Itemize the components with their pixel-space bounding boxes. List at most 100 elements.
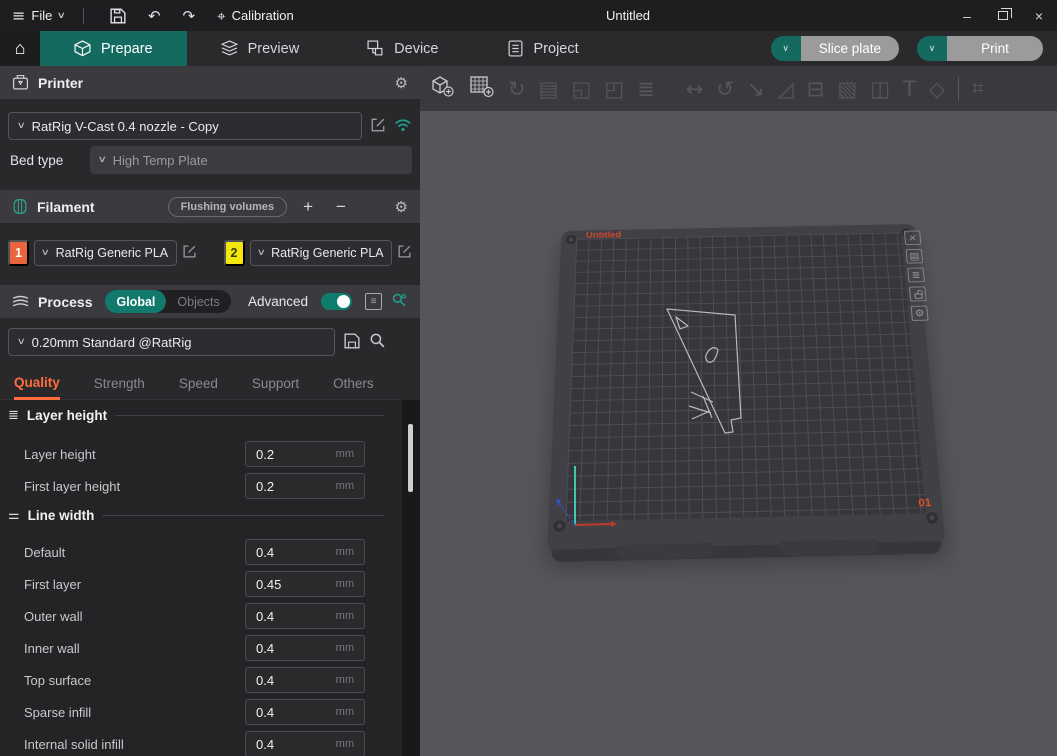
file-menu-chevron-icon[interactable]: ∨ xyxy=(57,11,66,21)
arrange-button: ▤ xyxy=(539,77,559,101)
process-preset-row: ∨ 0.20mm Standard @RatRig xyxy=(8,328,412,356)
settings-list-button[interactable]: ≡ xyxy=(365,293,382,310)
plate-layout-button[interactable]: ≣ xyxy=(907,267,925,282)
build-plate-grid xyxy=(565,233,925,522)
edit-filament-1-button[interactable] xyxy=(182,244,197,262)
print-button[interactable]: Print xyxy=(947,36,1043,61)
printer-connection-button[interactable] xyxy=(394,118,412,135)
param-label: First layer height xyxy=(24,479,120,494)
edit-filament-2-button[interactable] xyxy=(397,244,412,262)
plate-corner-hole xyxy=(926,512,939,524)
line-width-default-input[interactable]: 0.4 mm xyxy=(245,539,365,565)
process-tab-quality[interactable]: Quality xyxy=(14,368,60,400)
parameters-panel: ≣ Layer height Layer height 0.2 mm First… xyxy=(0,400,402,756)
auto-orient-button: ↻ xyxy=(508,77,526,101)
scrollbar-thumb[interactable] xyxy=(408,424,413,492)
edit-printer-button[interactable] xyxy=(370,117,386,136)
filament-2-select[interactable]: ∨ RatRig Generic PLA xyxy=(250,240,393,266)
print-split-button: ∨ Print xyxy=(917,36,1043,61)
line-width-inner-wall-input[interactable]: 0.4 mm xyxy=(245,635,365,661)
filament-settings-gear[interactable]: ⚙ xyxy=(395,198,408,216)
param-row: First layer 0.45 mm xyxy=(24,571,402,597)
process-tab-speed[interactable]: Speed xyxy=(179,368,218,400)
preview-layers-icon xyxy=(221,40,238,57)
filament-1-select[interactable]: ∨ RatRig Generic PLA xyxy=(34,240,177,266)
advanced-toggle[interactable] xyxy=(321,293,352,310)
home-button[interactable]: ⌂ xyxy=(0,31,40,66)
param-value: 0.4 xyxy=(256,705,336,720)
main-tabbar: ⌂ Prepare Preview Device xyxy=(0,31,1057,66)
add-object-button[interactable] xyxy=(430,74,456,103)
tab-preview[interactable]: Preview xyxy=(187,31,334,66)
text-button: T xyxy=(903,77,916,101)
param-label: Default xyxy=(24,545,65,560)
bed-type-select[interactable]: ∨ High Temp Plate xyxy=(90,146,412,174)
param-unit: mm xyxy=(336,578,354,590)
param-unit: mm xyxy=(336,642,354,654)
tab-device[interactable]: Device xyxy=(333,31,472,66)
app-window: ≡ File ∨ ↶ ↷ ⌖ Calibration Untitled – × xyxy=(0,0,1057,756)
param-label: Sparse infill xyxy=(24,705,91,720)
search-settings-button[interactable] xyxy=(391,292,408,312)
redo-button[interactable]: ↷ xyxy=(175,5,204,27)
layer-height-group-title: Layer height xyxy=(27,408,107,423)
sidebar-scrollbar[interactable] xyxy=(402,400,420,756)
process-section-title: Process xyxy=(38,294,92,310)
param-row: Outer wall 0.4 mm xyxy=(24,603,402,629)
variable-layer-height-button: ≣ xyxy=(637,77,655,101)
save-button[interactable] xyxy=(102,6,134,26)
delete-plate-button[interactable]: × xyxy=(904,230,921,244)
slice-plate-dropdown[interactable]: ∨ xyxy=(771,36,801,61)
slice-plate-button[interactable]: Slice plate xyxy=(801,36,899,61)
maximize-button[interactable] xyxy=(985,0,1021,31)
process-tab-others[interactable]: Others xyxy=(333,368,374,400)
tab-prepare[interactable]: Prepare xyxy=(40,31,187,66)
build-plate[interactable]: Untitled 01 × ▤ ≣ ⚙ xyxy=(547,224,945,553)
calibration-button[interactable]: ⌖ Calibration xyxy=(209,5,302,27)
viewport-3d[interactable]: ↻ ▤ ◱ ◰ ≣ ↔ ↺ ↘ ◿ ⊟ ▧ ◫ T ◇ ⌗ Untitled xyxy=(420,66,1057,756)
tab-device-label: Device xyxy=(394,41,438,57)
print-dropdown[interactable]: ∨ xyxy=(917,36,947,61)
printer-preset-select[interactable]: ∨ RatRig V-Cast 0.4 nozzle - Copy xyxy=(8,112,362,140)
file-menu[interactable]: File xyxy=(31,8,52,23)
close-button[interactable]: × xyxy=(1021,0,1057,31)
tab-project[interactable]: Project xyxy=(473,31,613,66)
printer-preset-row: ∨ RatRig V-Cast 0.4 nozzle - Copy xyxy=(8,112,412,140)
arrange-plate-button[interactable]: ▤ xyxy=(906,249,924,264)
flushing-volumes-button[interactable]: Flushing volumes xyxy=(168,197,288,217)
filament-2-badge[interactable]: 2 xyxy=(224,240,245,266)
undo-button[interactable]: ↶ xyxy=(140,5,169,27)
line-width-group-header: ⚌ Line width xyxy=(8,508,398,523)
menu-icon[interactable]: ≡ xyxy=(12,6,25,25)
plate-settings-button[interactable]: ⚙ xyxy=(911,306,929,321)
search-presets-button[interactable] xyxy=(369,332,386,352)
process-preset-value: 0.20mm Standard @RatRig xyxy=(32,335,192,350)
scope-global-button[interactable]: Global xyxy=(105,290,166,313)
line-width-internal-solid-infill-input[interactable]: 0.4 mm xyxy=(245,731,365,756)
group-divider xyxy=(102,515,384,516)
add-plate-button[interactable] xyxy=(469,74,495,103)
scope-objects-button[interactable]: Objects xyxy=(166,290,230,313)
line-width-outer-wall-input[interactable]: 0.4 mm xyxy=(245,603,365,629)
save-preset-button[interactable] xyxy=(344,333,360,352)
layer-height-input[interactable]: 0.2 mm xyxy=(245,441,365,467)
calibration-label: Calibration xyxy=(232,8,294,23)
lock-plate-button[interactable] xyxy=(909,286,927,301)
param-value: 0.45 xyxy=(256,577,336,592)
add-filament-button[interactable]: + xyxy=(296,197,320,217)
line-width-top-surface-input[interactable]: 0.4 mm xyxy=(245,667,365,693)
redo-icon: ↷ xyxy=(183,7,196,25)
remove-filament-button[interactable]: − xyxy=(329,197,353,217)
edit-icon xyxy=(182,244,197,259)
first-layer-height-input[interactable]: 0.2 mm xyxy=(245,473,365,499)
process-tab-support[interactable]: Support xyxy=(252,368,299,400)
process-preset-select[interactable]: ∨ 0.20mm Standard @RatRig xyxy=(8,328,335,356)
process-tab-strength[interactable]: Strength xyxy=(94,368,145,400)
minimize-button[interactable]: – xyxy=(949,0,985,31)
device-icon xyxy=(367,40,384,57)
edit-icon xyxy=(370,117,386,133)
filament-1-badge[interactable]: 1 xyxy=(8,240,29,266)
printer-settings-gear[interactable]: ⚙ xyxy=(395,74,408,92)
line-width-sparse-infill-input[interactable]: 0.4 mm xyxy=(245,699,365,725)
line-width-first-layer-input[interactable]: 0.45 mm xyxy=(245,571,365,597)
